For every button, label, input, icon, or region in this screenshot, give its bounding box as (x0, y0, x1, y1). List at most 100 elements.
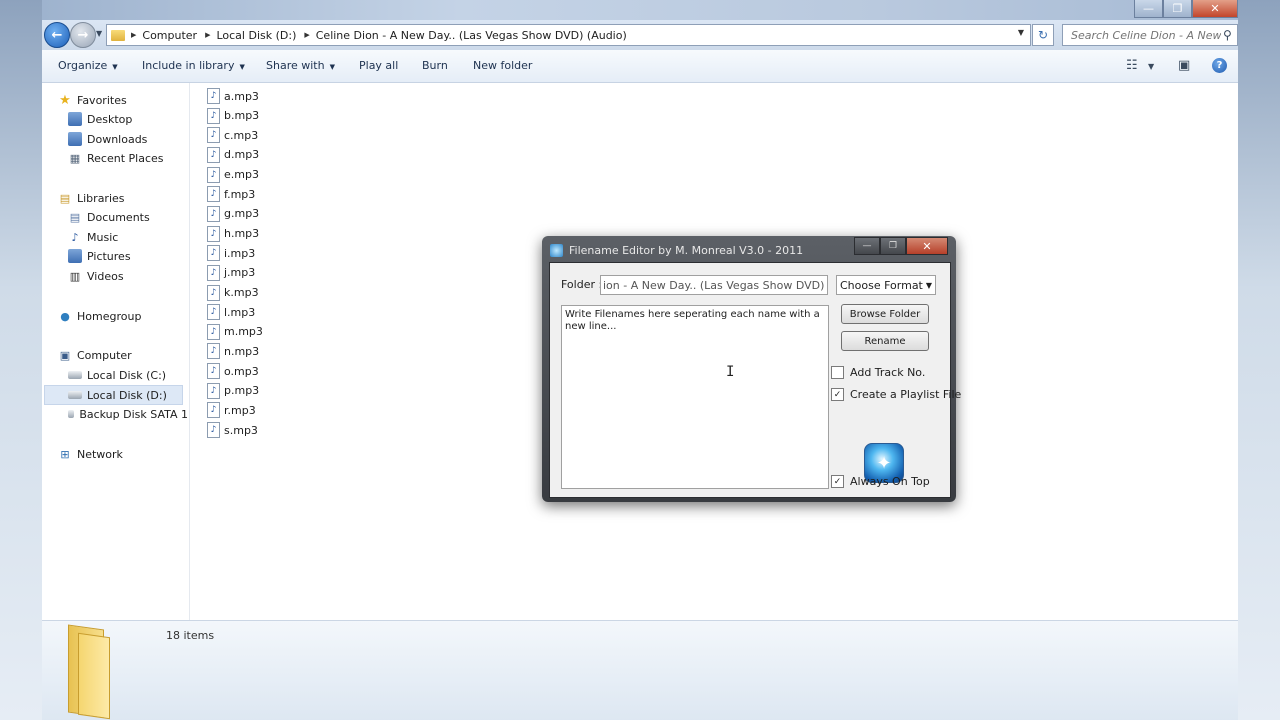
dialog-titlebar[interactable]: Filename Editor by M. Monreal V3.0 - 201… (550, 240, 803, 260)
add-track-no-checkbox[interactable]: Add Track No. (831, 366, 925, 379)
refresh-button[interactable]: ↻ (1032, 24, 1054, 46)
items-count: 18 items (166, 629, 215, 642)
nav-local-disk-d[interactable]: Local Disk (D:) (44, 385, 183, 405)
nav-label: Computer (77, 348, 132, 362)
view-dropdown-icon[interactable]: ▼ (1148, 62, 1154, 71)
file-name: c.mp3 (224, 128, 259, 142)
close-button[interactable]: ✕ (1192, 0, 1238, 18)
file-item[interactable]: ♪ e.mp3 (207, 166, 259, 184)
explorer-titlebar[interactable]: — ❐ ✕ (42, 0, 1238, 20)
new-folder-button[interactable]: New folder (473, 59, 532, 72)
folder-path-value: ion - A New Day.. (Las Vegas Show DVD) (… (603, 278, 827, 292)
view-options-icon[interactable]: ☷ (1126, 58, 1138, 73)
nav-videos[interactable]: ▥ Videos (68, 267, 124, 285)
organize-button[interactable]: Organize ▼ (58, 59, 118, 72)
file-item[interactable]: ♪ a.mp3 (207, 87, 259, 105)
folder-icon (64, 624, 120, 720)
address-bar[interactable]: ▶ Computer ▶ Local Disk (D:) ▶ Celine Di… (106, 24, 1031, 46)
chevron-right-icon[interactable]: ▶ (205, 31, 210, 39)
file-item[interactable]: ♪ m.mp3 (207, 323, 263, 341)
file-item[interactable]: ♪ g.mp3 (207, 205, 259, 223)
always-on-top-checkbox[interactable]: ✓ Always On Top (831, 475, 930, 488)
file-name: h.mp3 (224, 227, 260, 241)
help-icon[interactable]: ? (1212, 58, 1227, 73)
burn-button[interactable]: Burn (422, 59, 448, 72)
play-all-button[interactable]: Play all (359, 59, 398, 72)
file-item[interactable]: ♪ l.mp3 (207, 303, 255, 321)
search-icon[interactable]: ⚲ (1223, 28, 1232, 42)
checkbox-label: Add Track No. (850, 366, 926, 379)
nav-label: Pictures (87, 249, 131, 263)
file-item[interactable]: ♪ f.mp3 (207, 185, 255, 203)
audio-file-icon: ♪ (207, 205, 220, 222)
file-name: d.mp3 (224, 148, 260, 162)
chevron-right-icon[interactable]: ▶ (304, 31, 309, 39)
dialog-minimize-button[interactable]: — (854, 237, 880, 255)
file-item[interactable]: ♪ o.mp3 (207, 362, 259, 380)
minimize-button[interactable]: — (1134, 0, 1163, 18)
nav-computer[interactable]: ▣ Computer (58, 346, 132, 364)
address-dropdown-icon[interactable]: ▼ (1018, 28, 1024, 37)
file-item[interactable]: ♪ j.mp3 (207, 264, 255, 282)
file-item[interactable]: ♪ i.mp3 (207, 244, 255, 262)
nav-network[interactable]: ⊞ Network (58, 445, 123, 463)
file-item[interactable]: ♪ s.mp3 (207, 421, 258, 439)
file-item[interactable]: ♪ k.mp3 (207, 284, 259, 302)
file-item[interactable]: ♪ p.mp3 (207, 382, 259, 400)
filenames-textarea[interactable]: Write Filenames here seperating each nam… (561, 305, 829, 489)
file-name: m.mp3 (224, 325, 263, 339)
audio-file-icon: ♪ (207, 225, 220, 242)
search-box[interactable]: ⚲ (1062, 24, 1238, 46)
file-item[interactable]: ♪ n.mp3 (207, 342, 259, 360)
file-name: l.mp3 (224, 305, 256, 319)
dialog-close-button[interactable]: ✕ (906, 237, 948, 255)
browse-folder-button[interactable]: Browse Folder (841, 304, 929, 324)
nav-downloads[interactable]: Downloads (68, 130, 147, 148)
nav-favorites[interactable]: ★ Favorites (58, 91, 127, 109)
nav-label: Local Disk (D:) (87, 388, 167, 402)
nav-libraries[interactable]: ▤ Libraries (58, 189, 125, 207)
file-item[interactable]: ♪ b.mp3 (207, 107, 259, 125)
file-item[interactable]: ♪ c.mp3 (207, 126, 258, 144)
file-item[interactable]: ♪ d.mp3 (207, 146, 259, 164)
audio-file-icon: ♪ (207, 107, 220, 124)
back-button[interactable]: ← (44, 22, 70, 48)
chevron-right-icon[interactable]: ▶ (131, 31, 136, 39)
breadcrumb-local-disk-d[interactable]: Local Disk (D:) (216, 29, 296, 42)
checkbox-box: ✓ (831, 388, 844, 401)
rename-button[interactable]: Rename (841, 331, 929, 351)
nav-label: Local Disk (C:) (87, 368, 167, 382)
refresh-icon: ↻ (1037, 28, 1049, 42)
breadcrumb-current-folder[interactable]: Celine Dion - A New Day.. (Las Vegas Sho… (316, 29, 627, 42)
nav-homegroup[interactable]: ● Homegroup (58, 307, 141, 325)
nav-documents[interactable]: ▤ Documents (68, 208, 150, 226)
share-with-button[interactable]: Share with ▼ (266, 59, 335, 72)
format-select[interactable]: Choose Format... ▼ (836, 275, 936, 295)
nav-recent-places[interactable]: ▦ Recent Places (68, 149, 164, 167)
nav-local-disk-c[interactable]: Local Disk (C:) (68, 366, 166, 384)
file-item[interactable]: ♪ h.mp3 (207, 225, 259, 243)
include-in-library-button[interactable]: Include in library ▼ (142, 59, 245, 72)
dialog-title: Filename Editor by M. Monreal V3.0 - 201… (569, 243, 804, 257)
nav-backup-disk[interactable]: Backup Disk SATA 1 (68, 405, 188, 423)
file-item[interactable]: ♪ r.mp3 (207, 401, 256, 419)
desktop-edge-left (0, 0, 42, 720)
folder-path-field[interactable]: ion - A New Day.. (Las Vegas Show DVD) (… (600, 275, 828, 295)
dialog-maximize-button[interactable]: ❐ (880, 237, 906, 255)
breadcrumb-computer[interactable]: Computer (142, 29, 197, 42)
search-input[interactable] (1069, 27, 1223, 43)
audio-file-icon: ♪ (207, 127, 220, 144)
network-icon: ⊞ (60, 447, 70, 461)
computer-icon: ▣ (59, 348, 71, 362)
caption-buttons: — ❐ ✕ (1134, 0, 1238, 18)
forward-button[interactable]: → (70, 22, 96, 48)
create-playlist-checkbox[interactable]: ✓ Create a Playlist File (831, 388, 961, 401)
nav-desktop[interactable]: Desktop (68, 110, 132, 128)
desktop-edge-right (1238, 0, 1280, 720)
recent-pages-dropdown-icon[interactable]: ▼ (96, 29, 102, 38)
recent-places-icon: ▦ (69, 151, 81, 165)
preview-pane-icon[interactable]: ▣ (1178, 58, 1190, 73)
nav-pictures[interactable]: Pictures (68, 247, 131, 265)
nav-music[interactable]: ♪ Music (68, 228, 118, 246)
maximize-button[interactable]: ❐ (1163, 0, 1192, 18)
